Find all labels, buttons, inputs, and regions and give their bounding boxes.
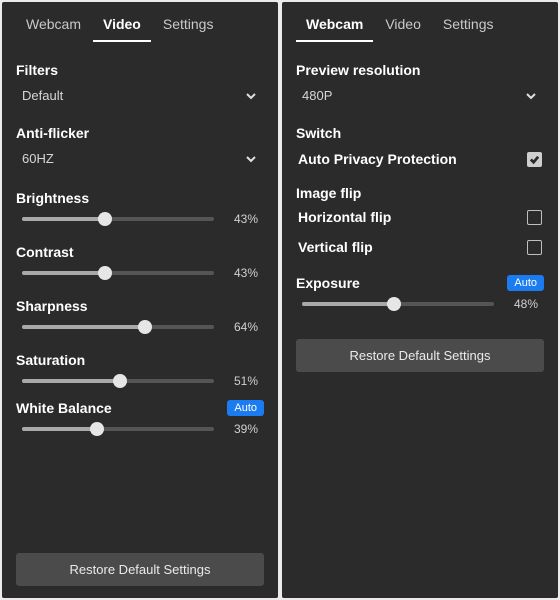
antiflicker-label: Anti-flicker bbox=[16, 125, 264, 141]
switch-label: Switch bbox=[296, 125, 544, 141]
brightness-slider[interactable] bbox=[22, 217, 214, 221]
brightness-label: Brightness bbox=[16, 190, 264, 206]
restore-defaults-button[interactable]: Restore Default Settings bbox=[16, 553, 264, 586]
exposure-slider[interactable] bbox=[302, 302, 494, 306]
sharpness-label: Sharpness bbox=[16, 298, 264, 314]
sharpness-thumb[interactable] bbox=[138, 320, 152, 334]
preview-resolution-value: 480P bbox=[302, 88, 332, 103]
sharpness-slider[interactable] bbox=[22, 325, 214, 329]
whitebalance-label: White Balance bbox=[16, 400, 112, 416]
antiflicker-value: 60HZ bbox=[22, 151, 54, 166]
filters-dropdown[interactable]: Default bbox=[16, 84, 264, 113]
horizontal-flip-checkbox[interactable] bbox=[527, 210, 542, 225]
brightness-pct: 43% bbox=[224, 212, 258, 226]
exposure-row: Exposure Auto 48% bbox=[296, 275, 544, 311]
tab-settings[interactable]: Settings bbox=[153, 10, 224, 42]
chevron-down-icon bbox=[244, 152, 258, 166]
filters-label: Filters bbox=[16, 62, 264, 78]
vertical-flip-checkbox[interactable] bbox=[527, 240, 542, 255]
whitebalance-pct: 39% bbox=[224, 422, 258, 436]
exposure-pct: 48% bbox=[504, 297, 538, 311]
restore-defaults-button[interactable]: Restore Default Settings bbox=[296, 339, 544, 372]
contrast-row: Contrast 43% bbox=[16, 238, 264, 280]
auto-privacy-checkbox[interactable] bbox=[527, 152, 542, 167]
saturation-slider[interactable] bbox=[22, 379, 214, 383]
whitebalance-auto-button[interactable]: Auto bbox=[227, 400, 264, 416]
exposure-auto-button[interactable]: Auto bbox=[507, 275, 544, 291]
whitebalance-thumb[interactable] bbox=[90, 422, 104, 436]
chevron-down-icon bbox=[524, 89, 538, 103]
tabs-right: Webcam Video Settings bbox=[296, 10, 544, 42]
sharpness-pct: 64% bbox=[224, 320, 258, 334]
sharpness-row: Sharpness 64% bbox=[16, 292, 264, 334]
exposure-label: Exposure bbox=[296, 275, 360, 291]
saturation-row: Saturation 51% bbox=[16, 346, 264, 388]
tab-video[interactable]: Video bbox=[93, 10, 151, 42]
brightness-row: Brightness 43% bbox=[16, 184, 264, 226]
contrast-thumb[interactable] bbox=[98, 266, 112, 280]
contrast-label: Contrast bbox=[16, 244, 264, 260]
tab-webcam[interactable]: Webcam bbox=[16, 10, 91, 42]
webcam-settings-panel: Webcam Video Settings Preview resolution… bbox=[282, 2, 558, 598]
vertical-flip-row: Vertical flip bbox=[296, 235, 544, 259]
brightness-thumb[interactable] bbox=[98, 212, 112, 226]
tabs-left: Webcam Video Settings bbox=[16, 10, 264, 42]
video-settings-panel: Webcam Video Settings Filters Default An… bbox=[2, 2, 278, 598]
tab-video[interactable]: Video bbox=[375, 10, 431, 42]
horizontal-flip-row: Horizontal flip bbox=[296, 205, 544, 229]
auto-privacy-row: Auto Privacy Protection bbox=[296, 147, 544, 171]
antiflicker-dropdown[interactable]: 60HZ bbox=[16, 147, 264, 176]
saturation-thumb[interactable] bbox=[113, 374, 127, 388]
filters-value: Default bbox=[22, 88, 63, 103]
saturation-pct: 51% bbox=[224, 374, 258, 388]
contrast-pct: 43% bbox=[224, 266, 258, 280]
preview-resolution-label: Preview resolution bbox=[296, 62, 544, 78]
whitebalance-row: White Balance Auto 39% bbox=[16, 400, 264, 436]
contrast-slider[interactable] bbox=[22, 271, 214, 275]
whitebalance-slider[interactable] bbox=[22, 427, 214, 431]
image-flip-label: Image flip bbox=[296, 185, 544, 201]
auto-privacy-label: Auto Privacy Protection bbox=[298, 151, 457, 167]
tab-webcam[interactable]: Webcam bbox=[296, 10, 373, 42]
chevron-down-icon bbox=[244, 89, 258, 103]
preview-resolution-dropdown[interactable]: 480P bbox=[296, 84, 544, 113]
horizontal-flip-label: Horizontal flip bbox=[298, 209, 391, 225]
vertical-flip-label: Vertical flip bbox=[298, 239, 373, 255]
tab-settings[interactable]: Settings bbox=[433, 10, 504, 42]
exposure-thumb[interactable] bbox=[387, 297, 401, 311]
saturation-label: Saturation bbox=[16, 352, 264, 368]
